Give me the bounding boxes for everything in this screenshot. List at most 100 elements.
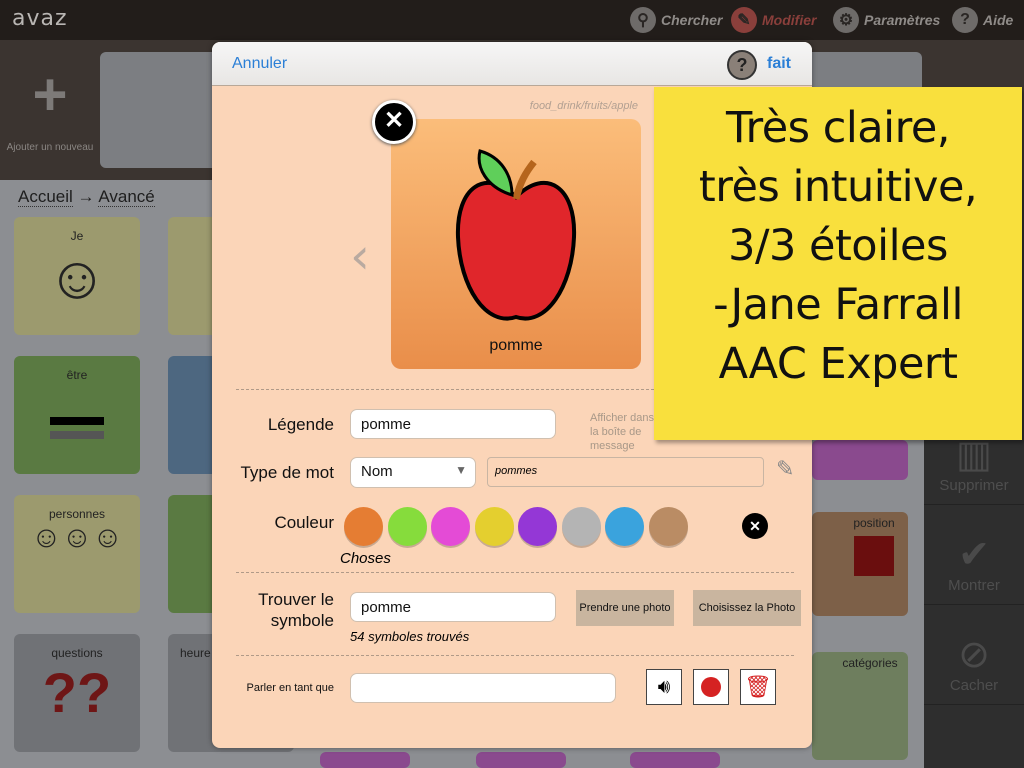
color-brown[interactable]: [648, 507, 688, 546]
hide-label: Cacher: [949, 677, 999, 694]
color-yellow[interactable]: [474, 507, 514, 546]
word-type-select[interactable]: Nom ▼: [350, 457, 476, 488]
speaker-icon: 🔊︎: [657, 675, 671, 698]
symbols-found-count: 54 symboles trouvés: [350, 629, 470, 644]
edit-label: Modifier: [762, 12, 817, 28]
symbol-path: food_drink/fruits/apple: [529, 100, 638, 112]
caption-label: Légende: [267, 415, 334, 434]
quote-line: Très claire,: [726, 103, 950, 153]
quote-line: AAC Expert: [718, 339, 958, 389]
breadcrumb: Accueil → Avancé: [18, 187, 155, 207]
speak-as-label: Parler en tant que: [246, 682, 334, 694]
show-in-message-hint: Afficher dans la boîte de message: [590, 412, 655, 452]
breadcrumb-home[interactable]: Accueil: [18, 187, 73, 207]
card-caption: pomme: [489, 337, 543, 354]
cube-icon: [854, 536, 894, 576]
add-new-label: Ajouter un nouveau: [6, 142, 94, 153]
app-logo: avaz: [12, 6, 68, 31]
equals-icon: [50, 417, 104, 425]
clear-color-button[interactable]: ✕: [742, 513, 768, 539]
word-type-value: Nom: [361, 463, 393, 480]
folder-questions[interactable]: questions??: [14, 634, 140, 752]
color-blue[interactable]: [605, 507, 644, 546]
folder-categories[interactable]: catégories: [812, 652, 908, 760]
color-category: Choses: [340, 550, 391, 567]
color-orange[interactable]: [344, 507, 383, 546]
tile-partial[interactable]: [476, 752, 566, 768]
quote-line: très intuitive,: [698, 162, 978, 212]
help-icon[interactable]: ?: [727, 50, 757, 80]
help-button[interactable]: ? Aide: [952, 6, 1013, 34]
find-symbol-input[interactable]: [350, 592, 556, 622]
color-pink[interactable]: [431, 507, 470, 546]
caption-input[interactable]: [350, 409, 556, 439]
word-type-label: Type de mot: [240, 463, 334, 482]
record-icon: [701, 677, 721, 697]
quote-line: 3/3 étoiles: [728, 221, 948, 271]
tile-je[interactable]: Je ☺: [14, 217, 140, 335]
delete-label: Supprimer: [939, 477, 1009, 494]
people-icon: ☺☺☺: [31, 521, 123, 554]
quote-line: -Jane Farrall: [713, 280, 963, 330]
tile-label: heure: [180, 646, 211, 660]
folder-personnes[interactable]: personnes ☺☺☺: [14, 495, 140, 613]
trash-icon: 🗑︎: [744, 674, 772, 699]
choose-photo-button[interactable]: Choisissez la Photo: [693, 590, 801, 626]
divider: [236, 655, 794, 656]
tile-label: être: [66, 368, 88, 382]
person-icon: ☺: [46, 244, 108, 311]
symbol-card[interactable]: pomme: [391, 119, 641, 369]
color-label: Couleur: [274, 513, 334, 532]
no-entry-icon: ⊘: [958, 634, 990, 676]
divider: [236, 572, 794, 573]
edit-button[interactable]: ✎ Modifier: [731, 6, 816, 34]
dialog-header: [212, 42, 812, 86]
color-purple[interactable]: [518, 507, 557, 546]
tile-purple[interactable]: [812, 440, 908, 480]
check-icon: ✔: [958, 534, 990, 576]
hide-button[interactable]: ⊘ Cacher: [924, 605, 1024, 705]
tile-etre[interactable]: être: [14, 356, 140, 474]
play-sound-button[interactable]: 🔊︎: [646, 669, 682, 705]
breadcrumb-arrow: →: [77, 187, 95, 206]
tile-label: Je: [70, 229, 84, 243]
add-new-button[interactable]: + Ajouter un nouveau: [0, 40, 100, 180]
tile-partial[interactable]: [320, 752, 410, 768]
tile-partial[interactable]: [630, 752, 720, 768]
done-button[interactable]: fait: [767, 55, 791, 73]
color-green[interactable]: [387, 507, 427, 546]
record-button[interactable]: [693, 669, 729, 705]
show-label: Montrer: [948, 577, 1000, 594]
settings-label: Paramètres: [864, 12, 941, 28]
gear-icon: ⚙: [833, 7, 859, 33]
help-icon: ?: [952, 7, 978, 33]
help-label: Aide: [983, 12, 1014, 28]
color-picker: [344, 507, 688, 546]
speak-as-input[interactable]: [350, 673, 616, 703]
search-button[interactable]: ⚲ Chercher: [630, 6, 722, 34]
tile-label: personnes: [48, 507, 106, 521]
remove-symbol-button[interactable]: ✕: [372, 100, 416, 144]
pencil-icon[interactable]: ✎: [776, 456, 794, 482]
apple-icon: [455, 149, 577, 321]
cancel-button[interactable]: Annuler: [232, 55, 287, 73]
tile-label: questions: [51, 646, 103, 660]
question-icon: ??: [42, 661, 112, 724]
folder-position[interactable]: position: [812, 512, 908, 616]
plural-field[interactable]: pommes: [487, 457, 764, 487]
dropdown-arrow-icon: ▼: [455, 463, 467, 477]
plus-icon: +: [32, 61, 68, 128]
show-button[interactable]: ✔ Montrer: [924, 505, 1024, 605]
tile-label: catégories: [842, 656, 898, 670]
breadcrumb-current[interactable]: Avancé: [98, 187, 155, 207]
take-photo-button[interactable]: Prendre une photo: [576, 590, 674, 626]
delete-recording-button[interactable]: 🗑︎: [740, 669, 776, 705]
settings-button[interactable]: ⚙ Paramètres: [833, 6, 940, 34]
color-gray[interactable]: [561, 507, 601, 546]
search-icon: ⚲: [630, 7, 656, 33]
find-symbol-label: Trouver le symbole: [258, 590, 334, 630]
previous-chevron-icon[interactable]: ‹: [350, 227, 370, 285]
review-quote-note: Très claire, très intuitive, 3/3 étoiles…: [654, 87, 1022, 440]
search-label: Chercher: [661, 12, 723, 28]
pencil-icon: ✎: [731, 7, 757, 33]
